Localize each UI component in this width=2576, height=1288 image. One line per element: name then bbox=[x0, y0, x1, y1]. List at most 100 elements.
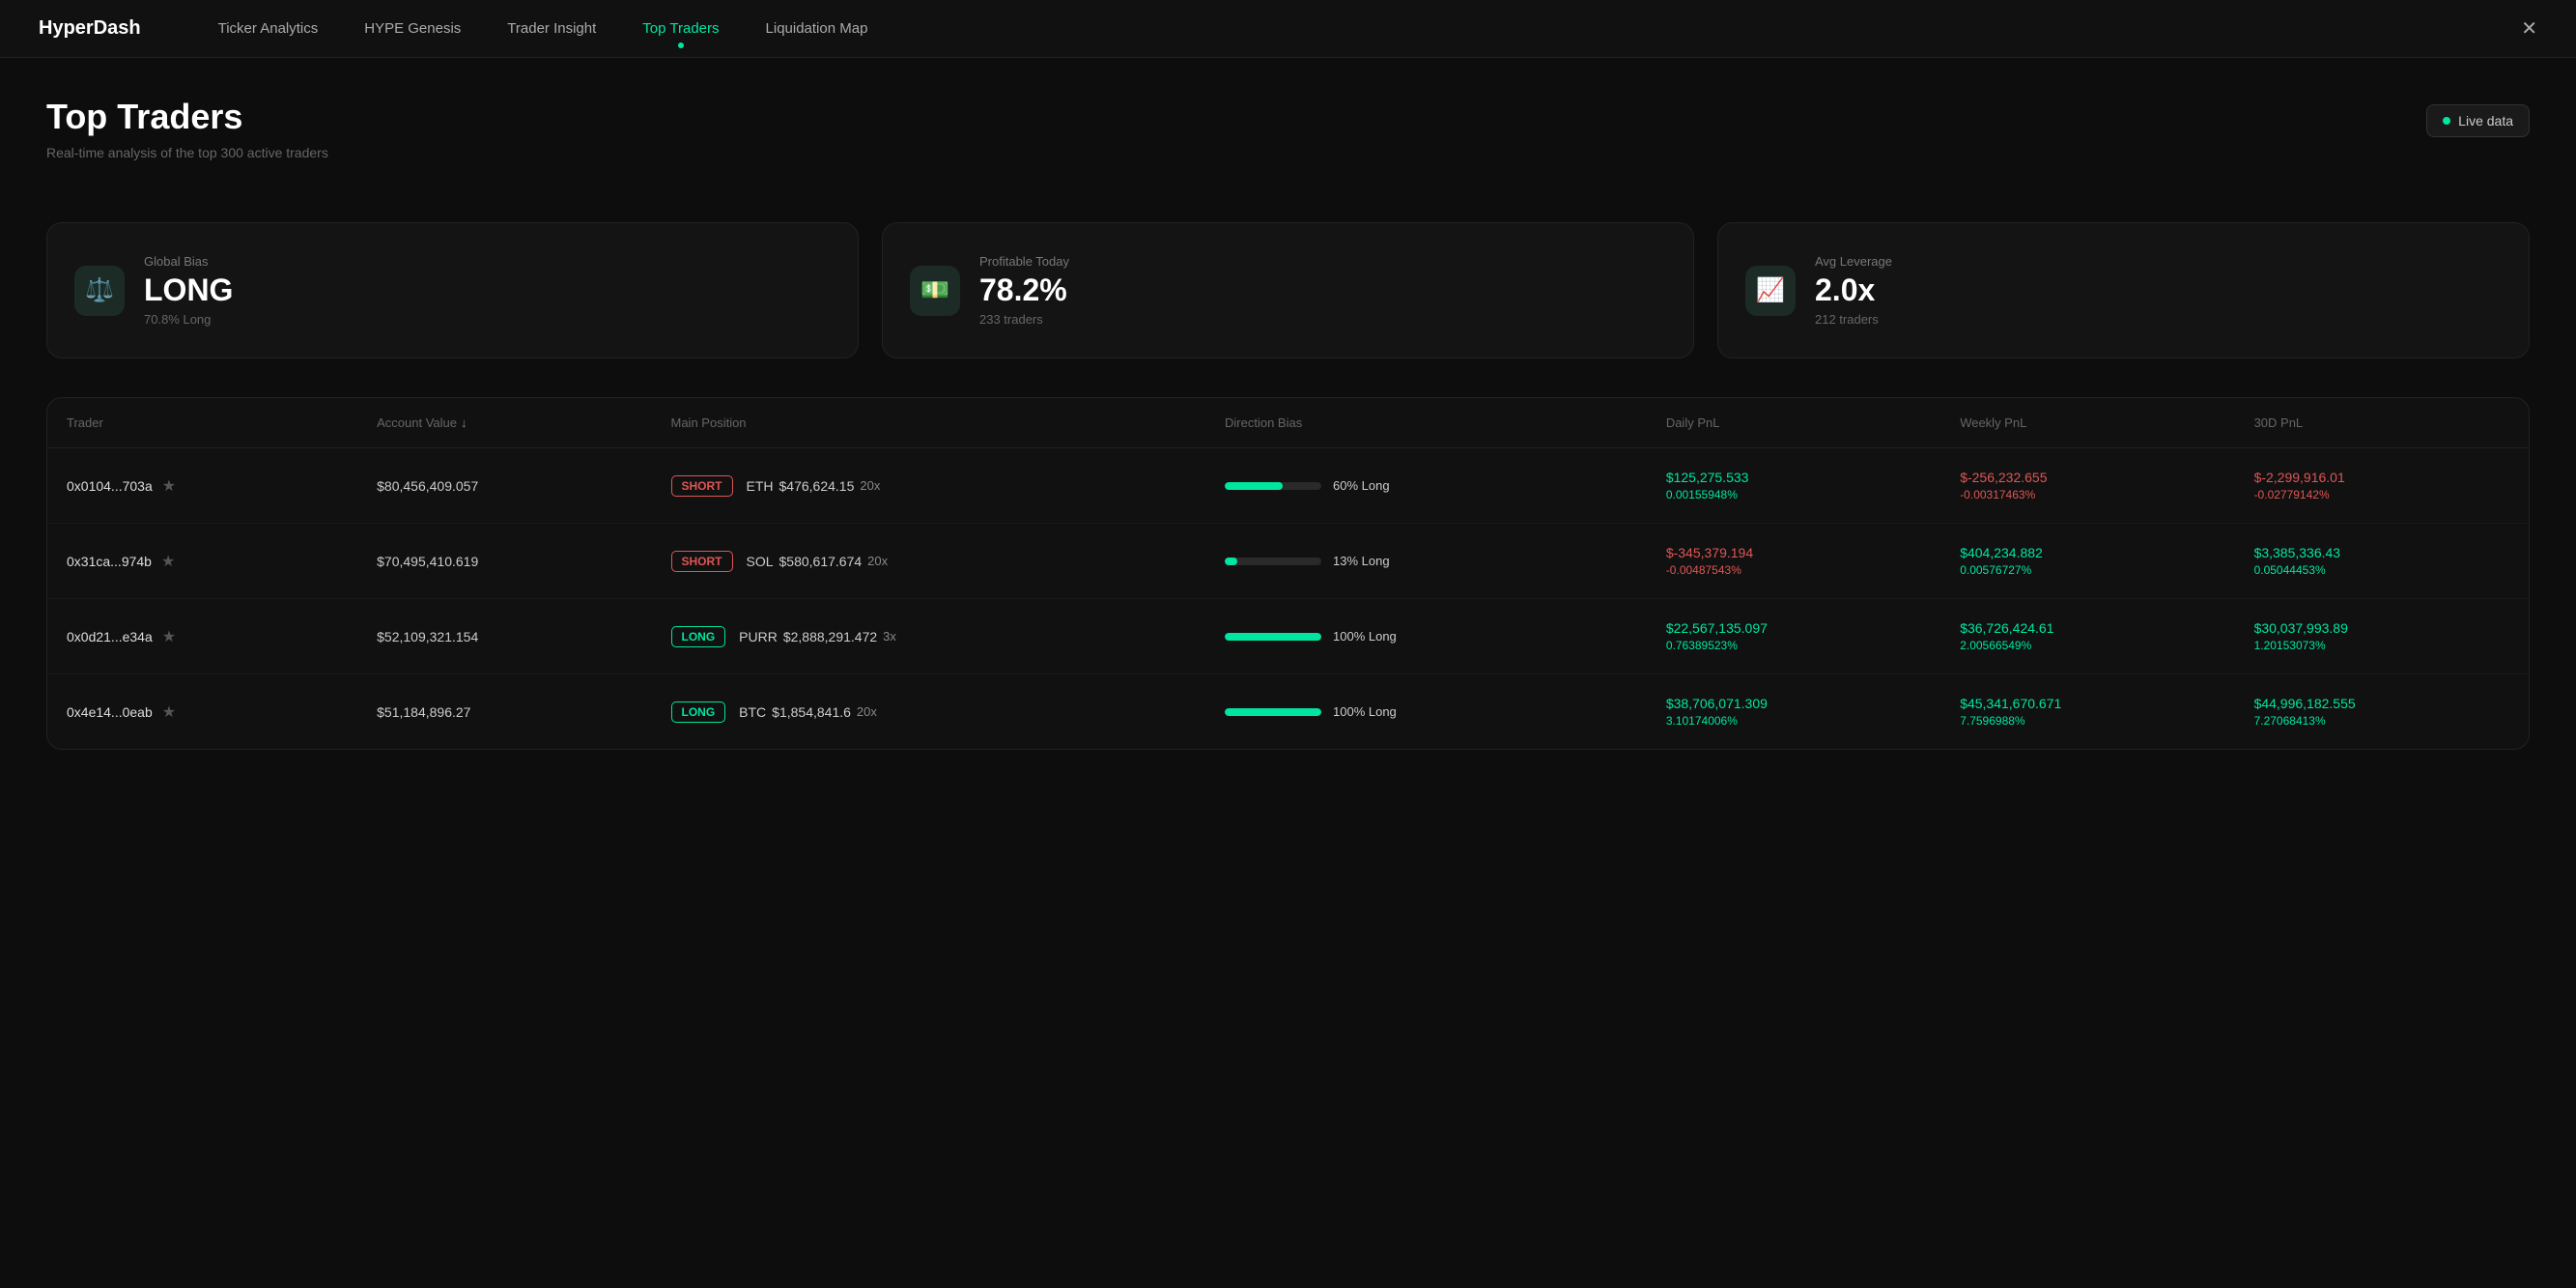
monthly-pnl-main-3: $44,996,182.555 bbox=[2254, 696, 2509, 711]
daily-pnl-cell-0: $125,275.533 0.00155948% bbox=[1666, 470, 1921, 501]
pos-symbol-0: ETH bbox=[747, 478, 774, 494]
star-icon-2[interactable]: ★ bbox=[162, 627, 176, 646]
stat-sub-1: 233 traders bbox=[979, 312, 1666, 327]
nav-liquidation-map[interactable]: Liquidation Map bbox=[766, 16, 868, 41]
stat-label-0: Global Bias bbox=[144, 254, 831, 269]
star-icon-0[interactable]: ★ bbox=[162, 476, 176, 496]
monthly-pnl-cell-3: $44,996,182.555 7.27068413% bbox=[2254, 696, 2509, 728]
x-icon[interactable]: ✕ bbox=[2521, 16, 2537, 41]
col-account-value[interactable]: Account Value↓ bbox=[357, 398, 651, 448]
monthly-pnl-main-0: $-2,299,916.01 bbox=[2254, 470, 2509, 485]
weekly-pnl-main-1: $404,234.882 bbox=[1960, 545, 2215, 560]
stat-info-leverage: Avg Leverage 2.0x 212 traders bbox=[1815, 254, 2502, 327]
live-dot bbox=[2443, 117, 2450, 125]
stats-row: ⚖️ Global Bias LONG 70.8% Long 💵 Profita… bbox=[46, 222, 2530, 358]
stat-sub-0: 70.8% Long bbox=[144, 312, 831, 327]
monthly-pnl-pct-3: 7.27068413% bbox=[2254, 714, 2509, 728]
pos-price-1: $580,617.674 bbox=[779, 554, 863, 569]
table-row: 0x0d21...e34a ★ $52,109,321.154 LONG PUR… bbox=[47, 599, 2529, 674]
nav-top-traders[interactable]: Top Traders bbox=[642, 16, 719, 41]
col-weekly-pnl: Weekly PnL bbox=[1940, 398, 2234, 448]
dir-bar-bg-0 bbox=[1225, 482, 1321, 490]
col-trader: Trader bbox=[47, 398, 357, 448]
live-badge-label: Live data bbox=[2458, 113, 2513, 129]
nav-ticker-analytics[interactable]: Ticker Analytics bbox=[218, 16, 319, 41]
table-row: 0x0104...703a ★ $80,456,409.057 SHORT ET… bbox=[47, 448, 2529, 524]
stat-card-leverage: 📈 Avg Leverage 2.0x 212 traders bbox=[1717, 222, 2530, 358]
trader-address-0: 0x0104...703a bbox=[67, 478, 153, 494]
daily-pnl-main-1: $-345,379.194 bbox=[1666, 545, 1921, 560]
position-cell-2: LONG PURR $2,888,291.472 3x bbox=[671, 626, 1187, 647]
trader-cell-1: 0x31ca...974b ★ bbox=[67, 552, 338, 571]
monthly-pnl-main-2: $30,037,993.89 bbox=[2254, 620, 2509, 636]
monthly-pnl-cell-1: $3,385,336.43 0.05044453% bbox=[2254, 545, 2509, 577]
direction-cell-0: 60% Long bbox=[1225, 478, 1628, 493]
table-row: 0x31ca...974b ★ $70,495,410.619 SHORT SO… bbox=[47, 524, 2529, 599]
daily-pnl-main-3: $38,706,071.309 bbox=[1666, 696, 1921, 711]
daily-pnl-pct-1: -0.00487543% bbox=[1666, 563, 1921, 577]
direction-cell-2: 100% Long bbox=[1225, 629, 1628, 644]
stat-info-global-bias: Global Bias LONG 70.8% Long bbox=[144, 254, 831, 327]
position-badge-1: SHORT bbox=[671, 551, 733, 572]
main-content: Top Traders Real-time analysis of the to… bbox=[0, 58, 2576, 788]
pos-lev-0: 20x bbox=[860, 478, 880, 493]
col-main-position: Main Position bbox=[652, 398, 1206, 448]
position-badge-3: LONG bbox=[671, 701, 726, 723]
nav-links: Ticker Analytics HYPE Genesis Trader Ins… bbox=[218, 16, 2522, 41]
pos-price-0: $476,624.15 bbox=[779, 478, 855, 494]
monthly-pnl-cell-2: $30,037,993.89 1.20153073% bbox=[2254, 620, 2509, 652]
navbar: HyperDash Ticker Analytics HYPE Genesis … bbox=[0, 0, 2576, 58]
pos-lev-1: 20x bbox=[867, 554, 888, 568]
nav-trader-insight[interactable]: Trader Insight bbox=[507, 16, 596, 41]
nav-hype-genesis[interactable]: HYPE Genesis bbox=[364, 16, 461, 41]
direction-cell-1: 13% Long bbox=[1225, 554, 1628, 568]
account-value-2: $52,109,321.154 bbox=[357, 599, 651, 674]
account-value-1: $70,495,410.619 bbox=[357, 524, 651, 599]
dir-bar-bg-1 bbox=[1225, 558, 1321, 565]
weekly-pnl-main-3: $45,341,670.671 bbox=[1960, 696, 2215, 711]
live-badge: Live data bbox=[2426, 104, 2530, 137]
stat-icon-money: 💵 bbox=[910, 266, 960, 316]
position-badge-2: LONG bbox=[671, 626, 726, 647]
position-cell-0: SHORT ETH $476,624.15 20x bbox=[671, 475, 1187, 497]
stat-value-1: 78.2% bbox=[979, 272, 1666, 308]
stat-card-global-bias: ⚖️ Global Bias LONG 70.8% Long bbox=[46, 222, 859, 358]
trader-cell-2: 0x0d21...e34a ★ bbox=[67, 627, 338, 646]
pos-lev-3: 20x bbox=[857, 704, 877, 719]
stat-icon-balance: ⚖️ bbox=[74, 266, 125, 316]
monthly-pnl-pct-2: 1.20153073% bbox=[2254, 639, 2509, 652]
daily-pnl-cell-2: $22,567,135.097 0.76389523% bbox=[1666, 620, 1921, 652]
weekly-pnl-cell-0: $-256,232.655 -0.00317463% bbox=[1960, 470, 2215, 501]
stat-value-2: 2.0x bbox=[1815, 272, 2502, 308]
star-icon-3[interactable]: ★ bbox=[162, 702, 176, 722]
page-header: Top Traders Real-time analysis of the to… bbox=[46, 97, 2530, 191]
daily-pnl-cell-1: $-345,379.194 -0.00487543% bbox=[1666, 545, 1921, 577]
position-badge-0: SHORT bbox=[671, 475, 733, 497]
table-row: 0x4e14...0eab ★ $51,184,896.27 LONG BTC … bbox=[47, 674, 2529, 750]
daily-pnl-main-2: $22,567,135.097 bbox=[1666, 620, 1921, 636]
trader-cell-0: 0x0104...703a ★ bbox=[67, 476, 338, 496]
monthly-pnl-pct-1: 0.05044453% bbox=[2254, 563, 2509, 577]
dir-label-0: 60% Long bbox=[1333, 478, 1390, 493]
stat-value-0: LONG bbox=[144, 272, 831, 308]
daily-pnl-pct-2: 0.76389523% bbox=[1666, 639, 1921, 652]
dir-bar-bg-3 bbox=[1225, 708, 1321, 716]
col-daily-pnl: Daily PnL bbox=[1647, 398, 1940, 448]
star-icon-1[interactable]: ★ bbox=[161, 552, 175, 571]
position-cell-1: SHORT SOL $580,617.674 20x bbox=[671, 551, 1187, 572]
logo[interactable]: HyperDash bbox=[39, 17, 141, 40]
dir-bar-fill-2 bbox=[1225, 633, 1321, 641]
pos-price-3: $1,854,841.6 bbox=[772, 704, 851, 720]
trader-address-2: 0x0d21...e34a bbox=[67, 629, 153, 644]
dir-bar-fill-3 bbox=[1225, 708, 1321, 716]
weekly-pnl-pct-0: -0.00317463% bbox=[1960, 488, 2215, 501]
weekly-pnl-pct-2: 2.00566549% bbox=[1960, 639, 2215, 652]
weekly-pnl-cell-2: $36,726,424.61 2.00566549% bbox=[1960, 620, 2215, 652]
dir-bar-bg-2 bbox=[1225, 633, 1321, 641]
col-direction-bias: Direction Bias bbox=[1205, 398, 1647, 448]
pos-symbol-2: PURR bbox=[739, 629, 778, 644]
monthly-pnl-main-1: $3,385,336.43 bbox=[2254, 545, 2509, 560]
pos-symbol-1: SOL bbox=[747, 554, 774, 569]
trader-address-3: 0x4e14...0eab bbox=[67, 704, 153, 720]
direction-cell-3: 100% Long bbox=[1225, 704, 1628, 719]
